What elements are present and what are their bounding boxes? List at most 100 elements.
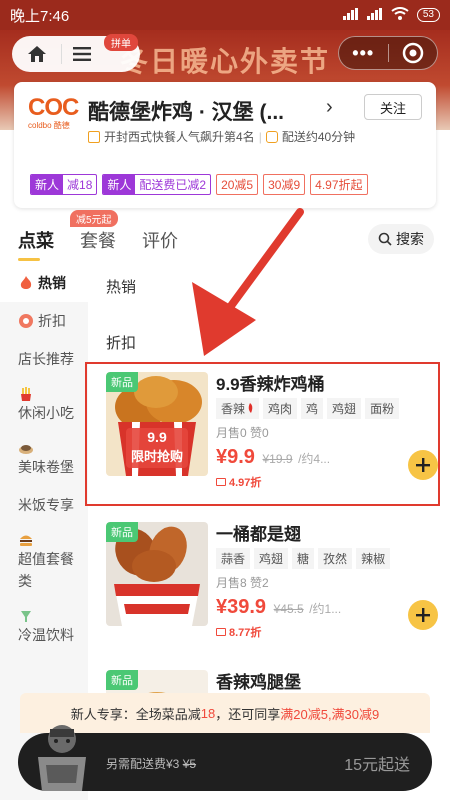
tab-order[interactable]: 点菜	[18, 227, 54, 261]
combo-promo-bubble: 减5元起	[70, 210, 118, 227]
sidebar-item-label: 折扣	[38, 313, 66, 329]
tab-bar: 点菜 套餐 评价 减5元起 搜索	[0, 210, 450, 261]
dish-tags: 香辣 鸡肉 鸡 鸡翅 面粉	[216, 398, 400, 419]
sidebar-item-rice[interactable]: 米饭专享	[0, 486, 88, 524]
min-order-label[interactable]: 15元起送	[344, 751, 410, 775]
dish-price: ¥39.9	[216, 596, 267, 618]
sidebar-item-label: 热销	[38, 275, 66, 291]
dish-image[interactable]: 新品	[106, 522, 208, 626]
dish-per-unit: /约1...	[309, 602, 342, 616]
sidebar-item-manager-pick[interactable]: 店长推荐	[0, 340, 88, 378]
discount-tag: 30减9	[263, 174, 306, 195]
section-title-hot: 热销	[106, 279, 137, 296]
delivery-time: 配送约40分钟	[281, 130, 356, 144]
burger-icon	[20, 535, 32, 546]
dish-image[interactable]: 9.9 限时抢购 新品	[106, 372, 208, 476]
sidebar-item-hot[interactable]: 热销	[0, 264, 88, 302]
menu-button[interactable]	[62, 47, 102, 61]
menu-icon	[73, 47, 91, 61]
new-badge: 新品	[106, 522, 138, 542]
add-to-cart-button[interactable]	[408, 450, 438, 480]
shop-name[interactable]: 酷德堡炸鸡 · 汉堡 (...	[88, 96, 330, 126]
dish-price: ¥9.9	[216, 446, 255, 468]
discount-tag: 4.97折起	[310, 174, 368, 195]
search-label: 搜索	[396, 231, 424, 247]
section-title-discount: 折扣	[106, 335, 137, 352]
dish-tag: 鸡翅	[327, 398, 362, 419]
newcomer-amount: 18	[200, 705, 216, 721]
more-button[interactable]: •••	[339, 43, 388, 64]
dish-discount: 4.97折	[216, 474, 261, 490]
cart-bar[interactable]: 另需配送费¥3 ¥5 15元起送	[18, 725, 432, 791]
tab-combo-label: 套餐	[80, 231, 116, 251]
add-to-cart-button[interactable]	[408, 600, 438, 630]
shop-logo: COC coldbo 酷德	[28, 96, 94, 136]
tab-combo[interactable]: 套餐	[80, 227, 116, 253]
sidebar-item-combos[interactable]: 超值套餐类	[0, 524, 88, 600]
pindan-badge: 拼单	[104, 34, 138, 51]
menu-item[interactable]: 新品 一桶都是翅 蒜香 鸡翅 糖 孜然 辣椒 月售8 赞2 ¥39.9 ¥45.…	[88, 512, 450, 652]
status-bar: 晚上7:46 53	[0, 0, 450, 30]
dish-price-row: ¥9.9 ¥19.9 /约4...	[216, 446, 330, 469]
dish-tags: 蒜香 鸡翅 糖 孜然 辣椒	[216, 548, 391, 569]
follow-button[interactable]: 关注	[364, 94, 422, 120]
tab-reviews[interactable]: 评价	[142, 227, 178, 253]
cart-mascot-icon[interactable]	[32, 721, 92, 793]
battery-icon: 53	[416, 8, 440, 22]
promo-tag: 新人 配送费已减2	[102, 174, 212, 195]
close-miniprogram-button[interactable]	[389, 42, 438, 64]
shield-icon	[88, 130, 100, 143]
discount-icon	[19, 314, 33, 328]
chevron-right-icon[interactable]: ›	[326, 96, 333, 119]
newcomer-prefix: 新人专享：全场菜品减	[70, 706, 201, 722]
dish-price-row: ¥39.9 ¥45.5 /约1...	[216, 596, 341, 619]
sidebar-item-discount[interactable]: 折扣	[0, 302, 88, 340]
fries-icon	[21, 387, 31, 401]
sidebar-item-wraps[interactable]: 美味卷堡	[0, 432, 88, 486]
menu-item[interactable]: 9.9 限时抢购 新品 9.9香辣炸鸡桶 香辣 鸡肉 鸡 鸡翅 面粉 月售0 赞…	[88, 362, 450, 502]
delivery-fee-text: 另需配送费¥3	[106, 757, 180, 771]
drink-icon	[21, 611, 31, 622]
tab-reviews-label: 评价	[142, 231, 178, 251]
tab-order-label: 点菜	[18, 231, 54, 251]
newcomer-discounts: 满20减5,满30减9	[280, 706, 380, 722]
miniprogram-capsule: •••	[338, 36, 438, 70]
plus-icon	[416, 458, 430, 472]
signal-icon-2	[366, 7, 383, 24]
image-text-promo: 限时抢购	[131, 449, 183, 465]
status-icons: 53	[342, 6, 440, 24]
dish-original-price: ¥19.9	[262, 452, 293, 466]
plus-icon	[416, 608, 430, 622]
tab-underline	[18, 258, 40, 261]
dish-name: 9.9香辣炸鸡桶	[216, 375, 325, 394]
dish-discount-text: 4.97折	[229, 477, 262, 489]
dish-original-price: ¥45.5	[273, 602, 304, 616]
sidebar-item-snacks[interactable]: 休闲小吃	[0, 378, 88, 432]
home-button[interactable]	[12, 44, 62, 64]
sidebar-item-label: 店长推荐	[18, 351, 74, 367]
logo-text: COC	[28, 94, 79, 121]
fire-icon	[20, 276, 32, 289]
search-button[interactable]: 搜索	[368, 224, 434, 254]
divider: |	[258, 129, 262, 144]
shop-ranking: 开封西式快餐人气飙升第4名	[104, 130, 255, 144]
signal-icon	[342, 7, 359, 24]
dish-sales: 月售0 赞0	[216, 426, 269, 440]
promo-tag-text: 配送费已减2	[139, 178, 207, 192]
status-time: 晚上7:46	[10, 7, 70, 25]
promo-tags[interactable]: 新人 减18 新人 配送费已减2 20减5 30减9 4.97折起	[30, 174, 368, 195]
wifi-icon	[391, 6, 409, 24]
dish-tag: 孜然	[318, 548, 353, 569]
dish-name: 一桶都是翅	[216, 525, 301, 544]
dish-tag: 糖	[292, 548, 315, 569]
sidebar-item-label: 超值套餐类	[18, 551, 74, 589]
new-badge: 新品	[106, 670, 138, 690]
shop-info: 开封西式快餐人气飙升第4名 | 配送约40分钟	[88, 128, 355, 145]
dish-tag: 鸡	[301, 398, 324, 419]
discount-tag-icon	[216, 478, 226, 486]
sidebar-item-label: 休闲小吃	[18, 405, 74, 421]
dish-tag-text: 香辣	[221, 402, 246, 416]
dish-discount: 8.77折	[216, 624, 261, 640]
sidebar-item-drinks[interactable]: 冷温饮料	[0, 600, 88, 654]
logo-subtext: coldbo 酷德	[28, 121, 70, 130]
